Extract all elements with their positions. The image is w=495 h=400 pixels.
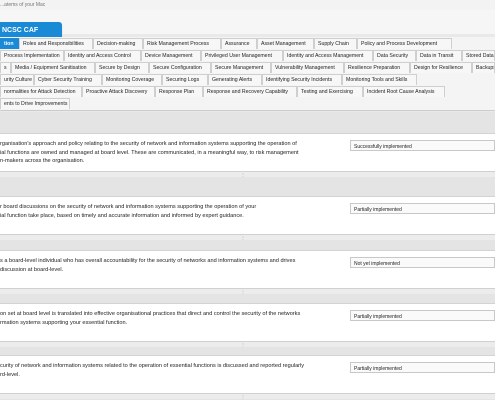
question-card: s a board-level individual who has overa… xyxy=(0,250,495,294)
tab-row-5: normalities for Attack Detection Proacti… xyxy=(0,86,495,97)
question-line: rd-level. xyxy=(0,371,20,378)
resize-handle[interactable]: ⋮ xyxy=(0,341,495,347)
status-select[interactable]: Successfully implemented xyxy=(350,140,495,151)
question-line: s a board-level individual who has overa… xyxy=(0,258,296,264)
tab-row-3: s Media / Equipment Sanitisation Secure … xyxy=(0,62,495,73)
tab-policy-and-process-development[interactable]: Policy and Process Development xyxy=(357,38,452,49)
tab-row-2: Process Implementation Identity and Acce… xyxy=(0,50,495,61)
tab-response-plan[interactable]: Response Plan xyxy=(155,86,203,97)
grip-icon: ⋮ xyxy=(241,394,245,399)
tab-design-for-resilience[interactable]: Design for Resilience xyxy=(410,62,472,73)
question-text: r board discussions on the security of n… xyxy=(0,203,342,220)
tab-resilience-preparation[interactable]: Resilience Preparation xyxy=(344,62,410,73)
tab-securing-logs[interactable]: Securing Logs xyxy=(162,74,208,85)
question-line: curity of network and information system… xyxy=(0,363,305,369)
tab-row-1: tion Roles and Responsibilities Decision… xyxy=(0,38,495,49)
tab-backups[interactable]: Backups xyxy=(472,62,495,73)
tab-supply-chain[interactable]: Supply Chain xyxy=(314,38,357,49)
tab-testing-and-exercising[interactable]: Testing and Exercising xyxy=(297,86,363,97)
tab-generating-alerts[interactable]: Generating Alerts xyxy=(208,74,262,85)
tab-governance[interactable]: tion xyxy=(0,38,19,49)
tab-row-4: urity Culture Cyber Security Training Mo… xyxy=(0,74,495,85)
question-line: r board discussions on the security of n… xyxy=(0,204,257,210)
questions-panel: rganisation's approach and policy relati… xyxy=(0,112,495,400)
question-text: curity of network and information system… xyxy=(0,362,342,379)
tab-bar: tion Roles and Responsibilities Decision… xyxy=(0,37,495,111)
tab-incident-root-cause-analysis[interactable]: Incident Root Cause Analysis xyxy=(363,86,445,97)
question-line: rmation systems supporting your essentia… xyxy=(0,319,128,326)
grip-icon: ⋮ xyxy=(241,172,245,177)
tab-risk-management-process[interactable]: Risk Management Process xyxy=(143,38,221,49)
tab-vulnerability-management[interactable]: Vulnerability Management xyxy=(271,62,344,73)
question-line: ial function take place, based on timely… xyxy=(0,212,244,219)
tab-abnormalities-for-attack-detection[interactable]: normalities for Attack Detection xyxy=(0,86,82,97)
grip-icon: ⋮ xyxy=(241,342,245,347)
tab-row-6: ents to Drive Improvements xyxy=(0,98,495,109)
status-select[interactable]: Partially implemented xyxy=(350,310,495,321)
tab-identity-and-access-management[interactable]: Identity and Access Management xyxy=(283,50,373,61)
tab-stored-data[interactable]: Stored Data xyxy=(462,50,495,61)
tab-truncated[interactable]: s xyxy=(0,62,11,73)
question-text: s a board-level individual who has overa… xyxy=(0,257,342,274)
tab-roles-and-responsibilities[interactable]: Roles and Responsibilities xyxy=(19,38,93,49)
tab-proactive-attack-discovery[interactable]: Proactive Attack Discovery xyxy=(82,86,155,97)
status-select[interactable]: Not yet implemented xyxy=(350,257,495,268)
resize-handle[interactable]: ⋮ xyxy=(0,234,495,240)
tab-monitoring-coverage[interactable]: Monitoring Coverage xyxy=(102,74,162,85)
status-select[interactable]: Partially implemented xyxy=(350,362,495,373)
tab-data-security[interactable]: Data Security xyxy=(373,50,416,61)
question-card: rganisation's approach and policy relati… xyxy=(0,133,495,177)
resize-handle[interactable]: ⋮ xyxy=(0,288,495,294)
tab-using-incidents-to-drive-improvements[interactable]: ents to Drive Improvements xyxy=(0,98,70,109)
tab-device-management[interactable]: Device Management xyxy=(141,50,201,61)
tab-decision-making[interactable]: Decision-making xyxy=(93,38,143,49)
tab-process-implementation[interactable]: Process Implementation xyxy=(0,50,64,61)
grip-icon: ⋮ xyxy=(241,289,245,294)
resize-handle[interactable]: ⋮ xyxy=(0,171,495,177)
tab-monitoring-tools-and-skills[interactable]: Monitoring Tools and Skills xyxy=(342,74,417,85)
status-select[interactable]: Partially implemented xyxy=(350,203,495,214)
question-card: r board discussions on the security of n… xyxy=(0,196,495,240)
question-text: on set at board level is translated into… xyxy=(0,310,342,327)
tab-secure-configuration[interactable]: Secure Configuration xyxy=(149,62,211,73)
question-line: ial functions are owned and managed at b… xyxy=(0,149,299,156)
tab-security-culture[interactable]: urity Culture xyxy=(0,74,34,85)
tab-privileged-user-management[interactable]: Privileged User Management xyxy=(201,50,283,61)
tab-response-and-recovery-capability[interactable]: Response and Recovery Capability xyxy=(203,86,297,97)
tab-cyber-security-training[interactable]: Cyber Security Training xyxy=(34,74,102,85)
tab-secure-management[interactable]: Secure Management xyxy=(211,62,271,73)
question-line: rganisation's approach and policy relati… xyxy=(0,141,297,147)
top-note: ...atems of your Mac xyxy=(0,0,495,10)
tab-identity-and-access-control[interactable]: Identity and Access Control xyxy=(64,50,141,61)
tab-media-equipment-sanitisation[interactable]: Media / Equipment Sanitisation xyxy=(11,62,95,73)
tab-secure-by-design[interactable]: Secure by Design xyxy=(95,62,149,73)
grip-icon: ⋮ xyxy=(241,235,245,240)
question-line: discussion at board-level. xyxy=(0,266,64,273)
question-line: on set at board level is translated into… xyxy=(0,311,301,317)
question-card: curity of network and information system… xyxy=(0,355,495,399)
question-card: on set at board level is translated into… xyxy=(0,303,495,347)
tab-data-in-transit[interactable]: Data in Transit xyxy=(416,50,462,61)
brand-bar: NCSC CAF xyxy=(0,10,495,41)
tab-assurance[interactable]: Assurance xyxy=(221,38,257,49)
question-line: n-makers across the organisation. xyxy=(0,158,85,164)
resize-handle[interactable]: ⋮ xyxy=(0,393,495,399)
tab-asset-management[interactable]: Asset Management xyxy=(257,38,314,49)
tab-identifying-security-incidents[interactable]: Identifying Security Incidents xyxy=(262,74,342,85)
question-text: rganisation's approach and policy relati… xyxy=(0,140,342,166)
